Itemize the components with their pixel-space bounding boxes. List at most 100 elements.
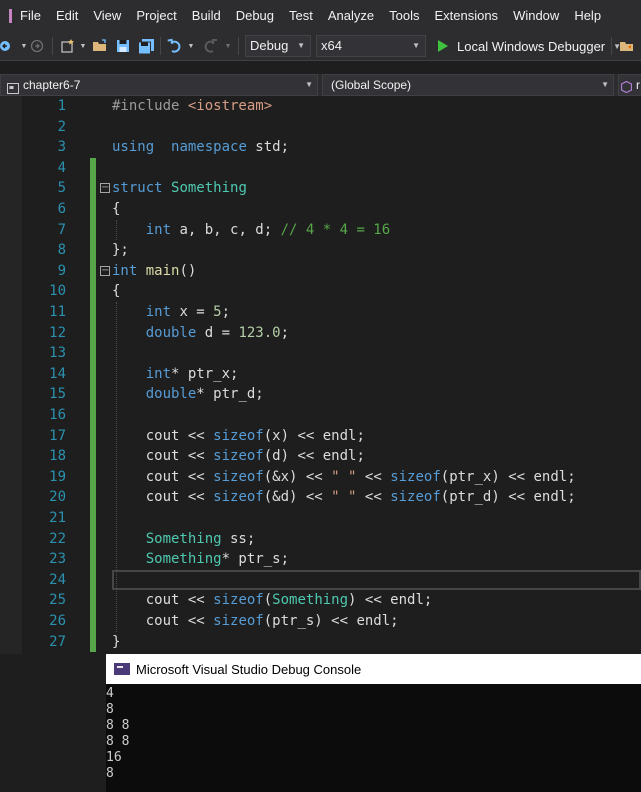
code-text: { bbox=[112, 281, 120, 302]
menu-build[interactable]: Build bbox=[184, 0, 228, 31]
menu-extensions[interactable]: Extensions bbox=[426, 0, 505, 31]
menu-view[interactable]: View bbox=[85, 0, 128, 31]
code-line[interactable]: 5 struct Something − bbox=[0, 178, 641, 199]
menu-help[interactable]: Help bbox=[566, 0, 608, 31]
start-debugging-button[interactable]: Local Windows Debugger ▼ bbox=[434, 35, 621, 57]
forward-arrow-icon[interactable] bbox=[30, 37, 44, 55]
code-line[interactable]: 2 bbox=[0, 117, 641, 138]
back-arrow-icon[interactable] bbox=[0, 37, 12, 55]
code-line[interactable]: 16 bbox=[0, 405, 641, 426]
menu-test[interactable]: Test bbox=[281, 0, 320, 31]
menu-tools[interactable]: Tools bbox=[381, 0, 426, 31]
chevron-down-icon[interactable]: ▼ bbox=[187, 37, 195, 55]
code-token: ( bbox=[263, 592, 273, 609]
line-number: 16 bbox=[49, 407, 66, 423]
menu-file[interactable]: File bbox=[12, 0, 48, 31]
menu-project[interactable]: Project bbox=[128, 0, 183, 31]
console-output-line: 8 8 bbox=[106, 718, 130, 733]
code-line[interactable]: 6{ bbox=[0, 199, 641, 220]
hot-reload-icon[interactable] bbox=[619, 37, 635, 55]
code-token: ss; bbox=[221, 530, 256, 547]
chevron-down-icon: ▼ bbox=[601, 80, 609, 89]
configuration-dropdown[interactable]: Debug ▼ bbox=[245, 35, 311, 57]
open-folder-icon[interactable] bbox=[92, 37, 108, 55]
collapse-toggle-icon[interactable]: − bbox=[100, 265, 110, 276]
code-token: #include bbox=[112, 98, 188, 114]
chevron-down-icon[interactable]: ▼ bbox=[224, 37, 232, 55]
code-text: int* ptr_x; bbox=[112, 364, 239, 385]
chevron-down-icon[interactable]: ▼ bbox=[20, 37, 28, 55]
code-line[interactable]: 3 using namespace std; bbox=[0, 137, 641, 158]
line-number: 2 bbox=[57, 118, 66, 135]
project-dropdown[interactable]: chapter6-7 ▼ bbox=[0, 74, 318, 96]
code-line[interactable]: 19 cout << sizeof(&x) << " " << sizeof(p… bbox=[0, 467, 641, 488]
menu-bar: File Edit View Project Build Debug Test … bbox=[0, 0, 641, 31]
code-line[interactable]: 11 int x = 5; bbox=[0, 302, 641, 323]
chevron-down-icon: ▼ bbox=[297, 41, 305, 50]
code-line[interactable]: 26 cout << sizeof(ptr_s) << endl; bbox=[0, 611, 641, 632]
console-output-line: 8 bbox=[106, 702, 114, 717]
line-number: 15 bbox=[49, 386, 66, 403]
code-line[interactable]: 4 bbox=[0, 158, 641, 179]
menu-edit[interactable]: Edit bbox=[48, 0, 85, 31]
code-token: << bbox=[356, 468, 391, 485]
code-token: * ptr_d; bbox=[196, 386, 264, 403]
line-number: 12 bbox=[49, 324, 66, 341]
code-text: Something ss; bbox=[112, 529, 256, 550]
code-token: (ptr_s) << endl; bbox=[263, 613, 399, 629]
scope-name: (Global Scope) bbox=[331, 78, 412, 92]
code-line[interactable]: 8}; bbox=[0, 240, 641, 261]
redo-icon[interactable] bbox=[202, 37, 218, 55]
toolbar: ▼ ▼ ▼ ▼ Debug ▼ x64 ▼ Local Windows Debu… bbox=[0, 31, 641, 61]
code-token: Something bbox=[145, 530, 222, 547]
line-number: 8 bbox=[57, 242, 66, 259]
visual-studio-logo-icon bbox=[0, 0, 12, 31]
code-line[interactable]: 12 double d = 123.0; bbox=[0, 323, 641, 344]
code-line[interactable]: 17 cout << sizeof(x) << endl; bbox=[0, 426, 641, 447]
scope-dropdown[interactable]: (Global Scope) ▼ bbox=[322, 74, 614, 96]
code-line[interactable]: 14 int* ptr_x; bbox=[0, 364, 641, 385]
code-line[interactable]: 21 bbox=[0, 508, 641, 529]
code-text: } bbox=[112, 632, 120, 653]
code-line[interactable]: 27} bbox=[0, 632, 641, 653]
menu-analyze[interactable]: Analyze bbox=[320, 0, 381, 31]
console-title-bar[interactable]: Microsoft Visual Studio Debug Console bbox=[106, 654, 641, 684]
code-token: ) << endl; bbox=[348, 592, 433, 609]
code-token: std; bbox=[246, 139, 290, 156]
code-line[interactable]: 25 cout << sizeof(Something) << endl; bbox=[0, 590, 641, 611]
code-line[interactable]: 13 bbox=[0, 343, 641, 364]
debug-console-window[interactable]: Microsoft Visual Studio Debug Console 48… bbox=[106, 654, 641, 792]
chevron-down-icon[interactable]: ▼ bbox=[79, 37, 87, 55]
code-line[interactable]: 22 Something ss; bbox=[0, 529, 641, 550]
code-token: (&d) << bbox=[263, 489, 332, 506]
code-token: x = bbox=[171, 304, 214, 320]
platform-dropdown[interactable]: x64 ▼ bbox=[316, 35, 426, 57]
code-token: int bbox=[145, 365, 172, 382]
code-line[interactable]: 20 cout << sizeof(&d) << " " << sizeof(p… bbox=[0, 487, 641, 508]
code-text: cout << sizeof(&d) << " " << sizeof(ptr_… bbox=[112, 487, 576, 508]
menu-debug[interactable]: Debug bbox=[228, 0, 281, 31]
code-token: sizeof bbox=[213, 448, 264, 465]
console-output: 488 88 8 16 8 bbox=[106, 686, 641, 782]
code-line[interactable]: 1 #include <iostream> bbox=[0, 96, 641, 117]
code-line[interactable]: 7 int a, b, c, d; // 4 * 4 = 16 bbox=[0, 220, 641, 241]
code-line[interactable]: 10 { bbox=[0, 281, 641, 302]
new-project-icon[interactable] bbox=[60, 37, 76, 55]
member-dropdown[interactable]: r bbox=[618, 74, 641, 96]
code-line[interactable]: 15 double* ptr_d; bbox=[0, 384, 641, 405]
code-editor[interactable]: 1 #include <iostream> 2 3 using namespace st… bbox=[0, 96, 641, 654]
line-number: 24 bbox=[49, 571, 66, 588]
collapse-toggle-icon[interactable]: − bbox=[100, 183, 110, 194]
save-icon[interactable] bbox=[115, 37, 131, 55]
menu-window[interactable]: Window bbox=[505, 0, 566, 31]
code-line[interactable]: 9 int main() − bbox=[0, 261, 641, 282]
save-all-icon[interactable] bbox=[137, 37, 155, 55]
line-number: 17 bbox=[49, 427, 66, 444]
code-line[interactable]: 18 cout << sizeof(d) << endl; bbox=[0, 446, 641, 467]
code-text: cout << sizeof(d) << endl; bbox=[112, 446, 365, 467]
code-line[interactable]: 23 Something* ptr_s; bbox=[0, 549, 641, 570]
undo-icon[interactable] bbox=[167, 37, 183, 55]
